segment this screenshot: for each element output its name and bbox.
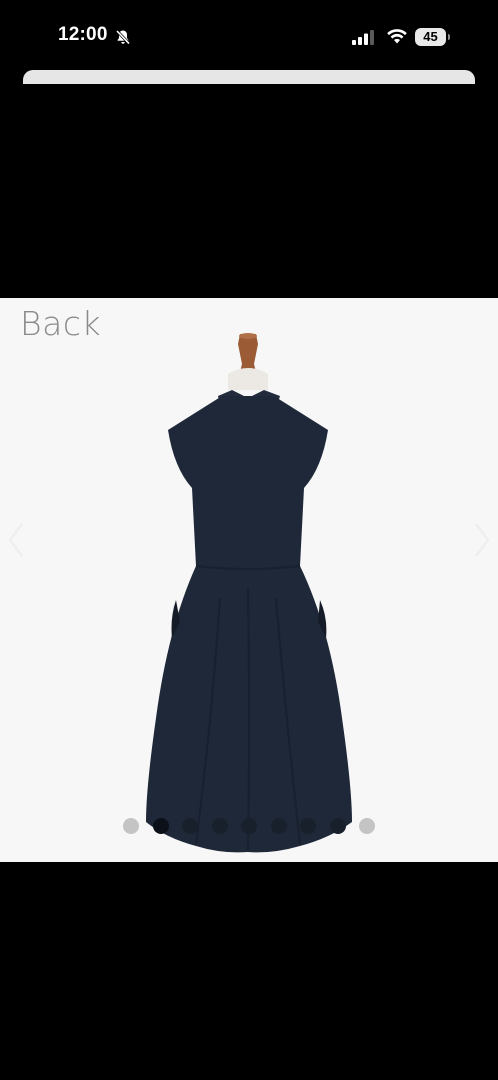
mannequin-image bbox=[146, 333, 352, 853]
product-image-carousel[interactable]: Back bbox=[0, 298, 498, 862]
view-label: Back bbox=[20, 304, 102, 343]
status-time: 12:00 bbox=[58, 24, 108, 45]
carousel-dot[interactable] bbox=[241, 818, 257, 834]
carousel-dot[interactable] bbox=[270, 818, 287, 834]
carousel-dot[interactable] bbox=[329, 818, 346, 834]
carousel-dot[interactable] bbox=[359, 818, 375, 834]
sheet-top-bar bbox=[23, 70, 475, 84]
battery-level: 45 bbox=[423, 29, 438, 44]
carousel-dot[interactable] bbox=[152, 818, 169, 834]
carousel-dot[interactable] bbox=[211, 818, 228, 834]
cellular-signal-icon bbox=[352, 29, 376, 45]
chevron-right-icon[interactable] bbox=[470, 520, 494, 560]
status-bar: 12:00 45 bbox=[0, 0, 498, 72]
carousel-dot[interactable] bbox=[182, 818, 198, 834]
carousel-indicator[interactable] bbox=[0, 818, 498, 836]
battery-icon: 45 bbox=[415, 28, 451, 46]
chevron-left-icon[interactable] bbox=[4, 520, 28, 560]
carousel-dot[interactable] bbox=[300, 818, 316, 834]
wifi-icon bbox=[386, 27, 408, 45]
carousel-dot[interactable] bbox=[123, 818, 139, 834]
bell-slash-icon bbox=[115, 29, 131, 45]
